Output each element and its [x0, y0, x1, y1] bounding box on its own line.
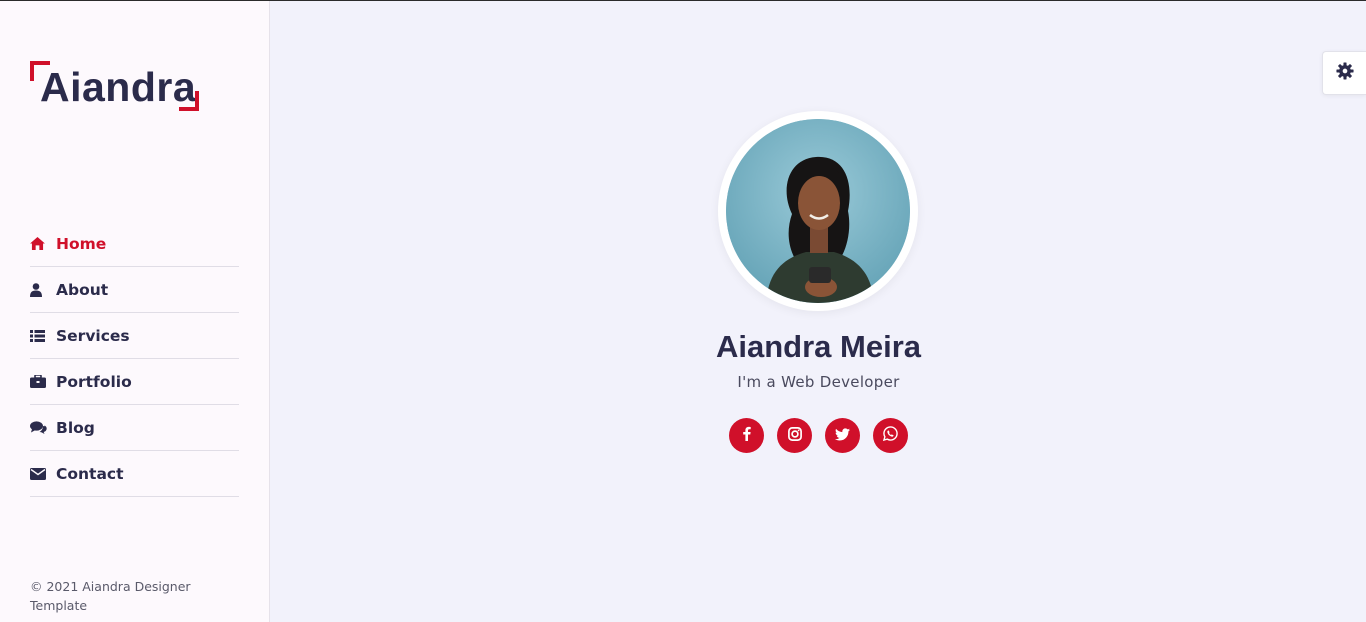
twitter-icon: [835, 426, 850, 445]
nav-item-label: Blog: [56, 418, 95, 437]
hero-section: Aiandra Meira I'm a Web Developer: [271, 1, 1366, 622]
envelope-icon: [30, 467, 56, 480]
profile-role: I'm a Web Developer: [737, 373, 900, 391]
social-links: [729, 418, 908, 453]
avatar-frame: [718, 111, 918, 311]
nav-item-services[interactable]: Services: [30, 313, 239, 359]
list-icon: [30, 329, 56, 342]
briefcase-icon: [30, 375, 56, 388]
facebook-icon: [742, 426, 751, 445]
user-icon: [30, 282, 56, 297]
nav-item-blog[interactable]: Blog: [30, 405, 239, 451]
nav-item-about[interactable]: About: [30, 267, 239, 313]
gear-icon: [1335, 62, 1354, 84]
nav-item-label: Portfolio: [56, 372, 132, 391]
whatsapp-icon: [882, 426, 898, 445]
twitter-link[interactable]: [825, 418, 860, 453]
instagram-link[interactable]: [777, 418, 812, 453]
profile-name: Aiandra Meira: [715, 329, 921, 364]
instagram-icon: [787, 426, 802, 445]
logo-corner-bottom-right: [179, 91, 199, 111]
sidebar: Aiandra Home About Services Portfolio Bl…: [0, 1, 270, 622]
avatar: [726, 119, 910, 303]
nav-item-label: Services: [56, 326, 130, 345]
nav-item-label: About: [56, 280, 109, 299]
logo[interactable]: Aiandra: [30, 61, 200, 113]
settings-button[interactable]: [1322, 51, 1366, 95]
nav-item-label: Contact: [56, 464, 124, 483]
facebook-link[interactable]: [729, 418, 764, 453]
comments-icon: [30, 421, 56, 434]
whatsapp-link[interactable]: [873, 418, 908, 453]
main-nav: Home About Services Portfolio Blog Conta…: [30, 221, 239, 497]
home-icon: [30, 237, 56, 250]
nav-item-portfolio[interactable]: Portfolio: [30, 359, 239, 405]
nav-item-contact[interactable]: Contact: [30, 451, 239, 497]
logo-text: Aiandra: [40, 64, 197, 110]
nav-item-home[interactable]: Home: [30, 221, 239, 267]
copyright: © 2021 Aiandra Designer Template: [30, 579, 191, 613]
nav-item-label: Home: [56, 234, 107, 253]
